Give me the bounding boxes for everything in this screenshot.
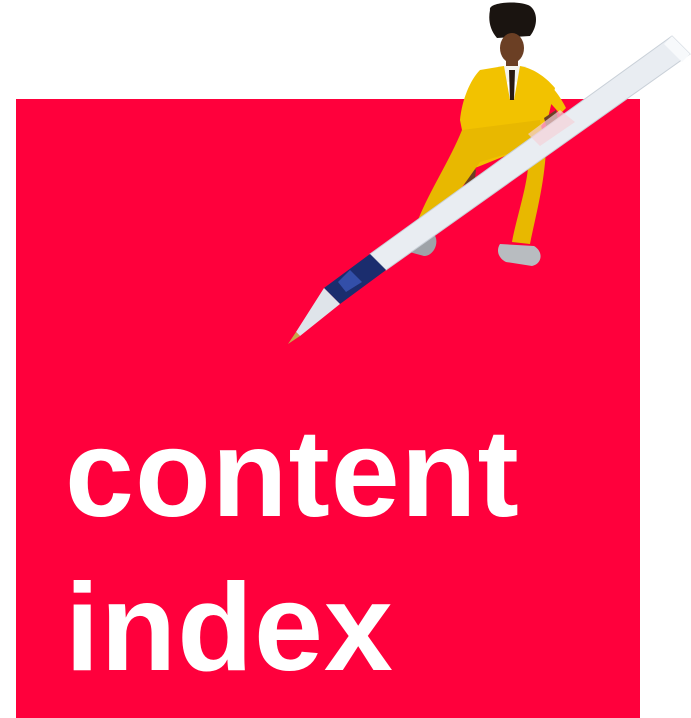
title-content-word: content bbox=[65, 405, 520, 543]
title-index-word: index bbox=[65, 559, 394, 697]
